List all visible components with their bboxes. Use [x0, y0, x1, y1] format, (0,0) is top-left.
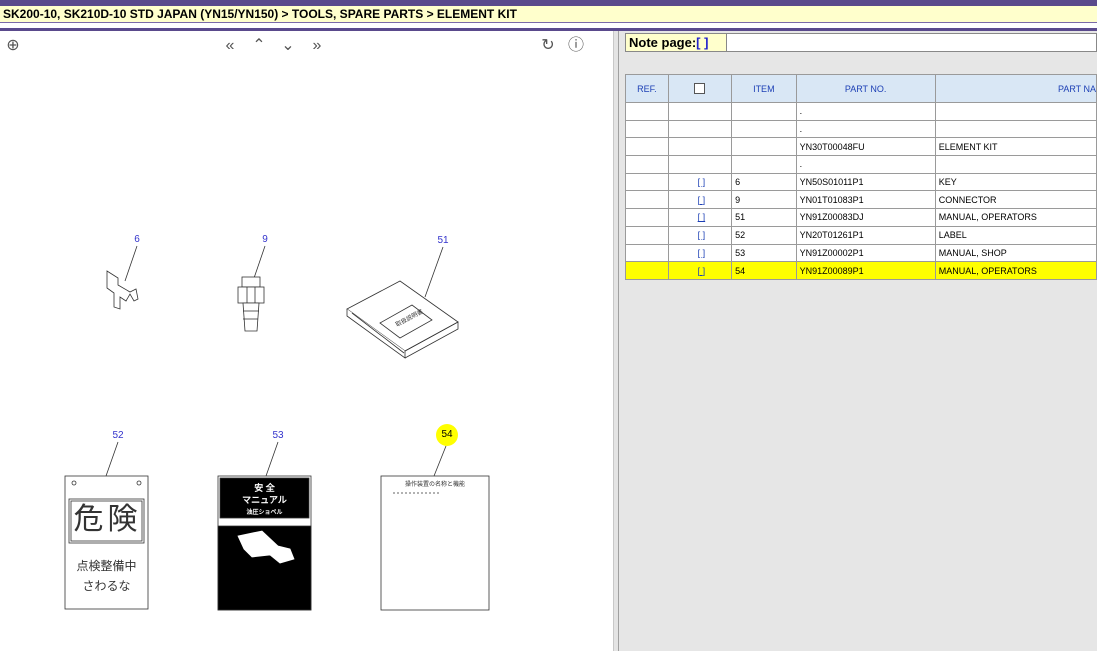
bookmark-link[interactable]: [ ]	[698, 212, 706, 222]
table-row[interactable]: [ ] 51 YN91Z00083DJ MANUAL, OPERATORS	[625, 208, 1097, 227]
bookmark-link[interactable]: [ ]	[698, 177, 706, 187]
callout-6[interactable]: 6	[127, 234, 147, 245]
bookmark-link[interactable]: [ ]	[698, 266, 706, 276]
callout-52[interactable]: 52	[108, 430, 128, 441]
manual54-heading: 操作装置の名称と機能	[404, 482, 465, 488]
callout-51[interactable]: 51	[433, 235, 453, 246]
bookmark-link[interactable]: [ ]	[698, 230, 706, 240]
page-title: SK200-10, SK210D-10 STD JAPAN (YN15/YN15…	[0, 6, 1097, 23]
select-all-checkbox[interactable]	[694, 83, 706, 95]
zoom-in-icon[interactable]: ⊕	[3, 36, 23, 56]
column-item[interactable]: ITEM	[731, 74, 797, 103]
table-row[interactable]: .	[625, 102, 1097, 121]
note-page-link[interactable]: [ ]	[696, 35, 708, 50]
note-page-label: Note page:[ ]	[626, 34, 727, 51]
table-row[interactable]: [ ] 6 YN50S01011P1 KEY	[625, 172, 1097, 192]
bookmark-link[interactable]: [ ]	[698, 195, 706, 205]
table-row[interactable]: .	[625, 119, 1097, 139]
note-page-bar: Note page:[ ]	[625, 33, 1097, 52]
manual51-label: 取扱説明書	[395, 309, 425, 329]
first-page-icon[interactable]: «	[220, 36, 240, 56]
column-ref[interactable]: REF.	[625, 74, 669, 103]
table-row[interactable]: YN30T00048FU ELEMENT KIT	[625, 137, 1097, 157]
table-row[interactable]: [ ] 9 YN01T01083P1 CONNECTOR	[625, 190, 1097, 210]
parts-table: REF. ITEM PART NO. PART NA . . YN30T0004…	[625, 74, 1097, 280]
table-row[interactable]: .	[625, 155, 1097, 174]
callout-9[interactable]: 9	[255, 234, 275, 245]
column-part-name[interactable]: PART NA	[934, 74, 1097, 103]
refresh-icon[interactable]: ↻	[538, 36, 558, 56]
table-row[interactable]: [ ] 53 YN91Z00002P1 MANUAL, SHOP	[625, 243, 1097, 263]
diagram-pane: ⊕ « ⌃ ⌄ » ↻ ⓘ 6 9 51 52 53 54 危険 点検整備中 さ…	[0, 31, 613, 651]
next-page-icon[interactable]: ⌄	[278, 36, 298, 56]
callout-54-highlighted[interactable]: 54	[436, 424, 458, 446]
parts-list-pane: Note page:[ ] REF. ITEM PART NO. PART NA…	[619, 31, 1097, 651]
manual53-line3: 油圧ショベル	[246, 510, 283, 516]
callout-53[interactable]: 53	[268, 430, 288, 441]
last-page-icon[interactable]: »	[307, 36, 327, 56]
table-row-selected[interactable]: [ ] 54 YN91Z00089P1 MANUAL, OPERATORS	[625, 261, 1097, 280]
label52-line2: 点検整備中	[76, 559, 137, 573]
table-row[interactable]: [ ] 52 YN20T01261P1 LABEL	[625, 225, 1097, 245]
bookmark-link[interactable]: [ ]	[698, 248, 706, 258]
column-part-no[interactable]: PART NO.	[795, 74, 936, 103]
column-select-all[interactable]	[667, 74, 733, 103]
label52-danger-text: 危険	[73, 502, 142, 537]
info-icon[interactable]: ⓘ	[566, 36, 586, 56]
manual53-line2: マニュアル	[242, 495, 287, 505]
label52-line3: さわるな	[82, 579, 131, 593]
previous-page-icon[interactable]: ⌃	[249, 36, 269, 56]
